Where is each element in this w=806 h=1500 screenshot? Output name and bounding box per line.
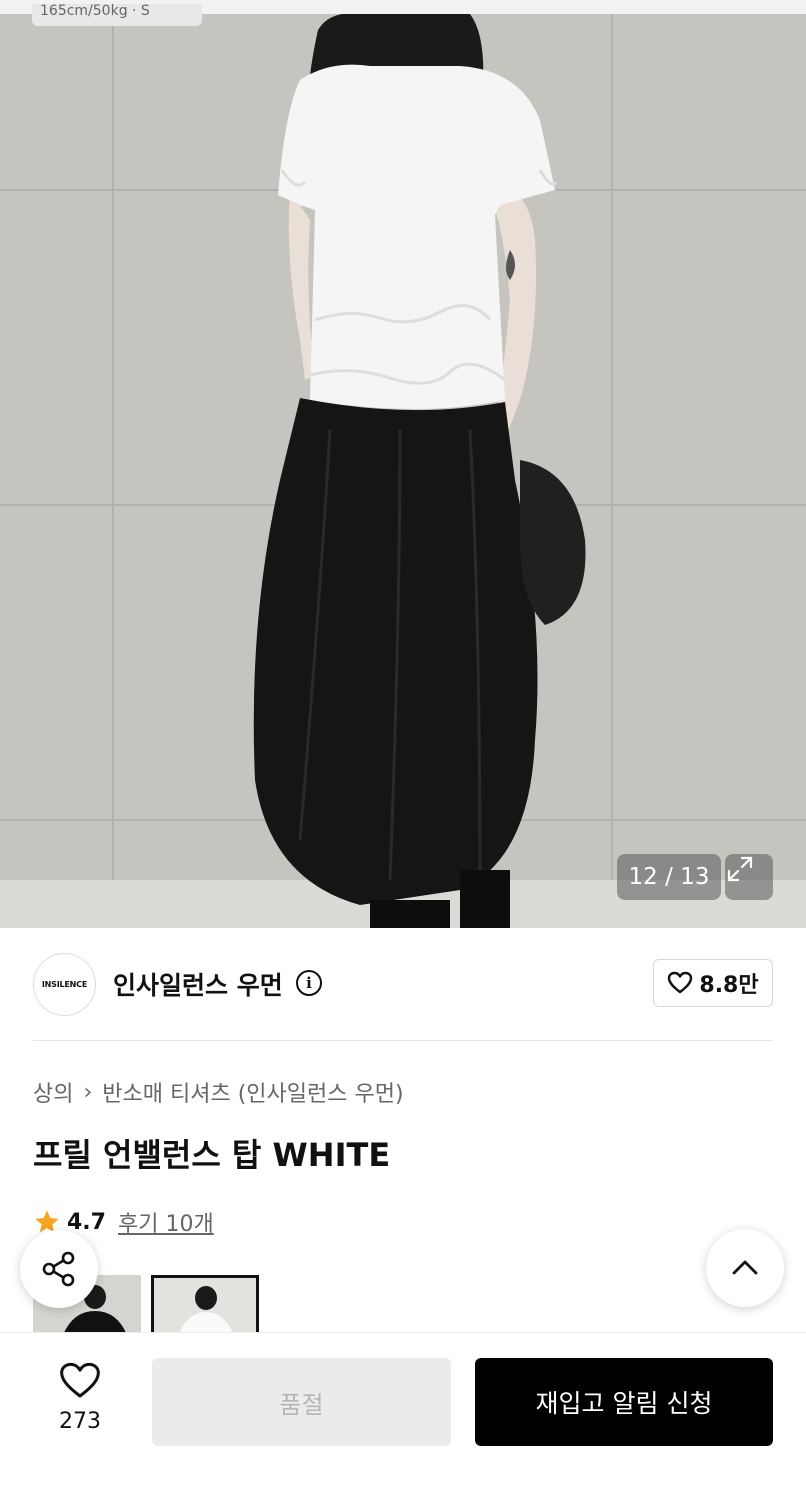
product-title: 프릴 언밸런스 탑 WHITE [33, 1136, 391, 1174]
scroll-top-button[interactable] [706, 1229, 784, 1307]
brand-like-count: 8.8만 [699, 973, 759, 998]
color-thumbnail-white[interactable] [151, 1275, 259, 1335]
restock-alert-button[interactable]: 재입고 알림 신청 [475, 1358, 773, 1446]
chevron-up-icon [732, 1260, 758, 1275]
image-counter: 12 / 13 [617, 854, 721, 900]
breadcrumb: 상의 › 반소매 티셔츠 (인사일런스 우먼) [33, 1076, 404, 1108]
brand-name[interactable]: 인사일런스 우먼 [113, 966, 283, 1002]
soldout-button: 품절 [152, 1358, 451, 1446]
chevron-right-icon: › [83, 1079, 93, 1105]
wishlist-count: 273 [59, 1409, 101, 1434]
expand-button[interactable] [725, 854, 773, 900]
info-icon[interactable]: i [296, 970, 322, 996]
share-icon [42, 1251, 75, 1287]
rating-value: 4.7 [67, 1209, 106, 1235]
divider [33, 1040, 773, 1041]
share-button[interactable] [20, 1230, 98, 1308]
wishlist-button[interactable]: 273 [40, 1361, 120, 1434]
expand-icon [727, 856, 753, 882]
bottom-action-bar: 273 품절 재입고 알림 신청 [0, 1332, 806, 1500]
brand-logo-text: INSILENCE [41, 980, 88, 989]
brand-like-button[interactable]: 8.8만 [653, 959, 773, 1007]
model-size-caption: 165cm/50kg · S [32, 4, 202, 26]
breadcrumb-category[interactable]: 상의 [33, 1076, 73, 1108]
review-link[interactable]: 후기 10개 [118, 1206, 214, 1238]
breadcrumb-subcategory[interactable]: 반소매 티셔츠 (인사일런스 우먼) [102, 1076, 403, 1108]
heart-icon [60, 1362, 100, 1398]
heart-icon [668, 971, 693, 994]
model-photo [0, 0, 806, 928]
thumbnail-image [154, 1278, 256, 1335]
brand-logo[interactable]: INSILENCE [33, 953, 96, 1016]
product-image[interactable]: 165cm/50kg · S 12 / 13 [0, 0, 806, 928]
